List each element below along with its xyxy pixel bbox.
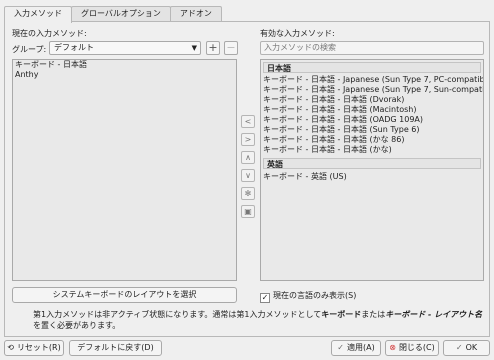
only-current-language-checkbox[interactable]: ✓ 現在の言語のみ表示(S) [260,290,356,303]
chevron-up-icon[interactable]: ∧ [241,151,255,164]
current-methods-label: 現在の入力メソッド: [12,29,87,38]
close-label: 閉じる(C) [398,343,435,352]
only-current-language-label: 現在の言語のみ表示(S) [273,291,357,300]
tab-panel: 現在の入力メソッド: グループ: デフォルト ▼ + − キーボード - 日本語… [4,21,490,337]
info-note: 第1入力メソッドは非アクティブ状態になります。通常は第1入力メソッドとしてキーボ… [33,309,488,331]
group-header-japanese: 日本語 [263,62,481,73]
chevron-down-icon: ▼ [191,44,197,52]
close-button[interactable]: ⊗ 閉じる(C) [385,340,439,356]
list-item[interactable]: キーボード - 日本語 - 日本語 (かな) [261,145,483,155]
list-item[interactable]: キーボード - 日本語 - 日本語 (Macintosh) [261,105,483,115]
note-text-3: を置く必要があります。 [33,321,121,330]
available-methods-label: 有効な入力メソッド: [260,29,335,38]
tab-bar: 入力メソッド グローバルオプション アドオン [4,6,222,23]
remove-group-button[interactable]: − [224,41,238,55]
group-label: グループ: [12,45,47,54]
note-text-2: または [361,310,386,319]
check-icon: ✓ [455,343,463,352]
tab-addons[interactable]: アドオン [169,6,222,22]
note-text-1: 第1入力メソッドは非アクティブ状態になります。通常は第1入力メソッドとして [33,310,322,319]
reset-button[interactable]: ⟲ リセット(R) [4,340,64,356]
restore-defaults-label: デフォルトに戻す(D) [77,343,154,352]
chevron-right-icon[interactable]: > [241,133,255,146]
method-search-input[interactable]: 入力メソッドの検索 [260,41,484,55]
reset-label: リセット(R) [16,343,61,352]
list-item[interactable]: キーボード - 日本語 - Japanese (Sun Type 7, Sun-… [261,85,483,95]
ok-label: OK [465,343,478,352]
keyboard-icon[interactable]: ▣ [241,205,255,218]
group-header-english: 英語 [263,158,481,169]
list-item[interactable]: キーボード - 英語 (US) [261,172,483,182]
apply-button[interactable]: ✓ 適用(A) [331,340,381,356]
chevron-left-icon[interactable]: < [241,115,255,128]
available-methods-list[interactable]: 日本語 キーボード - 日本語 - Japanese (Sun Type 7, … [260,59,484,281]
check-icon: ✓ [337,343,344,352]
list-item[interactable]: Anthy [13,70,236,80]
add-group-button[interactable]: + [206,41,220,55]
apply-label: 適用(A) [346,343,375,352]
restore-defaults-button[interactable]: デフォルトに戻す(D) [69,340,162,356]
search-placeholder: 入力メソッドの検索 [264,43,336,52]
checkbox-check-icon[interactable]: ✓ [260,293,270,303]
chevron-down-icon[interactable]: ∨ [241,169,255,182]
tab-global-options[interactable]: グローバルオプション [71,6,171,22]
list-item[interactable]: キーボード - 日本語 - 日本語 (OADG 109A) [261,115,483,125]
tab-input-method[interactable]: 入力メソッド [4,6,72,23]
reset-icon: ⟲ [7,343,14,352]
select-layout-button[interactable]: システムキーボードのレイアウトを選択 [12,287,237,303]
group-select-value: デフォルト [54,43,94,52]
current-methods-list[interactable]: キーボード - 日本語 Anthy [12,59,237,281]
note-keyboard-layout: キーボード - レイアウト名 [385,310,483,319]
list-item[interactable]: キーボード - 日本語 - 日本語 (Sun Type 6) [261,125,483,135]
list-item[interactable]: キーボード - 日本語 - 日本語 (Dvorak) [261,95,483,105]
note-keyboard: キーボード [321,310,362,319]
list-item[interactable]: キーボード - 日本語 [13,60,236,70]
gear-icon[interactable]: ✻ [241,187,255,200]
ok-button[interactable]: ✓ OK [443,340,490,356]
list-item[interactable]: キーボード - 日本語 - 日本語 (かな 86) [261,135,483,145]
group-select[interactable]: デフォルト ▼ [49,41,201,55]
list-item[interactable]: キーボード - 日本語 - Japanese (Sun Type 7, PC-c… [261,75,483,85]
close-icon: ⊗ [389,343,396,352]
